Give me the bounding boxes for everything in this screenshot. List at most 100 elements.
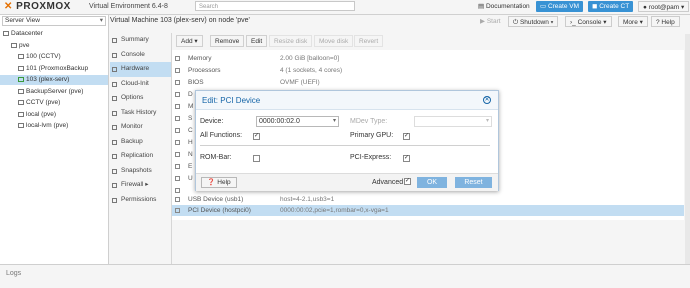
nav-item-permissions[interactable]: Permissions [110,193,171,208]
terminal-icon [112,52,117,58]
edit-button[interactable]: Edit [246,35,268,47]
edit-pci-device-dialog: Edit: PCI Device ✕ Device: 0000:00:02.0 ▾… [195,90,499,191]
history-icon [112,168,117,174]
table-row[interactable]: BIOS OVMF (UEFI) [172,77,684,88]
desktop-icon [112,67,117,72]
advanced-checkbox[interactable]: ✓ [404,178,411,185]
summary-icon [112,38,117,43]
logs-panel[interactable]: Logs [0,264,690,288]
primary-gpu-label: Primary GPU: [350,132,394,139]
play-icon: ▶ [480,18,487,25]
rom-bar-checkbox[interactable] [253,155,260,162]
resize-disk-button[interactable]: Resize disk [269,35,313,47]
power-icon: ⏻ [513,19,520,26]
nav-item-backup[interactable]: Backup [110,135,171,150]
gear-icon [112,96,117,101]
close-icon[interactable]: ✕ [483,96,491,104]
shutdown-button[interactable]: ⏻ Shutdown ▾ [508,16,559,27]
retweet-icon [112,154,117,159]
storage-icon [18,88,24,94]
create-vm-button[interactable]: ▭ Create VM [536,1,584,12]
storage-icon [18,111,24,117]
advanced-label: Advanced [372,179,404,186]
datacenter-icon [3,30,9,36]
create-ct-button[interactable]: ◼ Create CT [588,1,634,12]
all-functions-label: All Functions: [200,132,243,139]
revert-button[interactable]: Revert [354,35,384,47]
nav-item-cloud-init[interactable]: Cloud-Init [110,77,171,92]
pci-express-label: PCI-Express: [350,154,392,161]
move-disk-button[interactable]: Move disk [314,35,354,47]
tree-item-storage-cctv[interactable]: CCTV (pve) [0,98,60,108]
desktop-icon [175,92,180,97]
help-button[interactable]: ? Help [651,16,680,27]
nav-item-options[interactable]: Options [110,91,171,106]
version-label: Virtual Environment 6.4-8 [89,3,168,10]
microchip-icon [175,80,180,85]
ok-button[interactable]: OK [417,177,447,188]
list-icon [112,110,117,116]
nav-item-task-history[interactable]: Task History [110,106,171,121]
nav-item-snapshots[interactable]: Snapshots [110,164,171,179]
scrollbar[interactable] [685,34,690,264]
memory-icon [175,56,180,61]
table-row[interactable]: Processors 4 (1 sockets, 4 cores) [172,65,684,76]
device-select[interactable]: 0000:00:02.0 ▾ [256,116,339,127]
usb-icon [175,188,180,193]
start-button[interactable]: ▶ Start [476,16,505,27]
console-button[interactable]: ›_ Console ▾ [565,16,612,27]
remove-button[interactable]: Remove [210,35,245,47]
pci-card-icon [175,208,180,213]
terminal-icon: ›_ [570,19,578,26]
nav-item-console[interactable]: Console [110,48,171,63]
nav-item-summary[interactable]: Summary [110,33,171,48]
question-icon: ❓ [207,179,216,186]
shield-icon [112,183,117,188]
mdev-type-select[interactable]: ▾ [414,116,492,127]
pci-express-checkbox[interactable]: ✓ [403,155,410,162]
documentation-button[interactable]: ▤ Documentation [474,1,534,12]
monitor-icon: ▭ [540,3,548,10]
nav-item-firewall[interactable]: Firewall ▸ [110,178,171,193]
tree-item-vm-103[interactable]: 103 (plex-serv) [0,75,108,85]
storage-icon [18,99,24,105]
proxmox-logo: ✕ PROXMOX [4,1,71,12]
nav-item-monitor[interactable]: Monitor [110,120,171,135]
cloud-icon [112,81,117,87]
monitor-icon [18,65,24,71]
tree-item-storage-backupserver[interactable]: BackupServer (pve) [0,87,83,97]
chevron-down-icon: ▾ [485,118,489,124]
tree-item-vm-101[interactable]: 101 (ProxmoxBackup [0,64,88,74]
tree-item-storage-local[interactable]: local (pve) [0,110,56,120]
chevron-down-icon: ▾ [332,118,336,124]
rom-bar-label: ROM-Bar: [200,154,232,161]
table-row[interactable]: PCI Device (hostpci0) 0000:00:02,pcie=1,r… [172,205,684,216]
nav-item-replication[interactable]: Replication [110,149,171,164]
user-menu-button[interactable]: ● root@pam ▾ [638,1,690,12]
table-row[interactable]: Memory 2.00 GiB [balloon=0] [172,53,684,64]
eye-icon [112,125,117,130]
reset-button[interactable]: Reset [455,177,492,188]
table-row[interactable]: USB Device (usb1) host=4-2.1,usb3=1 [172,194,684,205]
all-functions-checkbox[interactable]: ✓ [253,133,260,140]
hdd-icon [175,140,180,145]
search-input[interactable]: Search [195,1,355,11]
dialog-help-button[interactable]: ❓ Help [201,177,237,188]
server-icon [11,42,17,48]
mdev-type-label: MDev Type: [350,118,388,125]
dialog-title: Edit: PCI Device [202,96,261,105]
dialog-titlebar[interactable]: Edit: PCI Device [196,91,498,110]
device-label: Device: [200,118,224,125]
nav-item-hardware[interactable]: Hardware [110,62,171,77]
primary-gpu-checkbox[interactable]: ✓ [403,133,410,140]
tree-item-vm-100[interactable]: 100 (CCTV) [0,52,61,62]
tree-item-datacenter[interactable]: Datacenter [0,29,43,39]
storage-icon [18,122,24,128]
server-view-select[interactable]: Server View ▾ [2,16,106,26]
floppy-icon [112,139,117,145]
tree-item-storage-local-lvm[interactable]: local-lvm (pve) [0,121,68,131]
gears-icon [175,104,180,109]
add-button[interactable]: Add ▾ [176,35,203,47]
more-button[interactable]: More ▾ [618,16,648,27]
tree-item-node-pve[interactable]: pve [0,41,29,51]
